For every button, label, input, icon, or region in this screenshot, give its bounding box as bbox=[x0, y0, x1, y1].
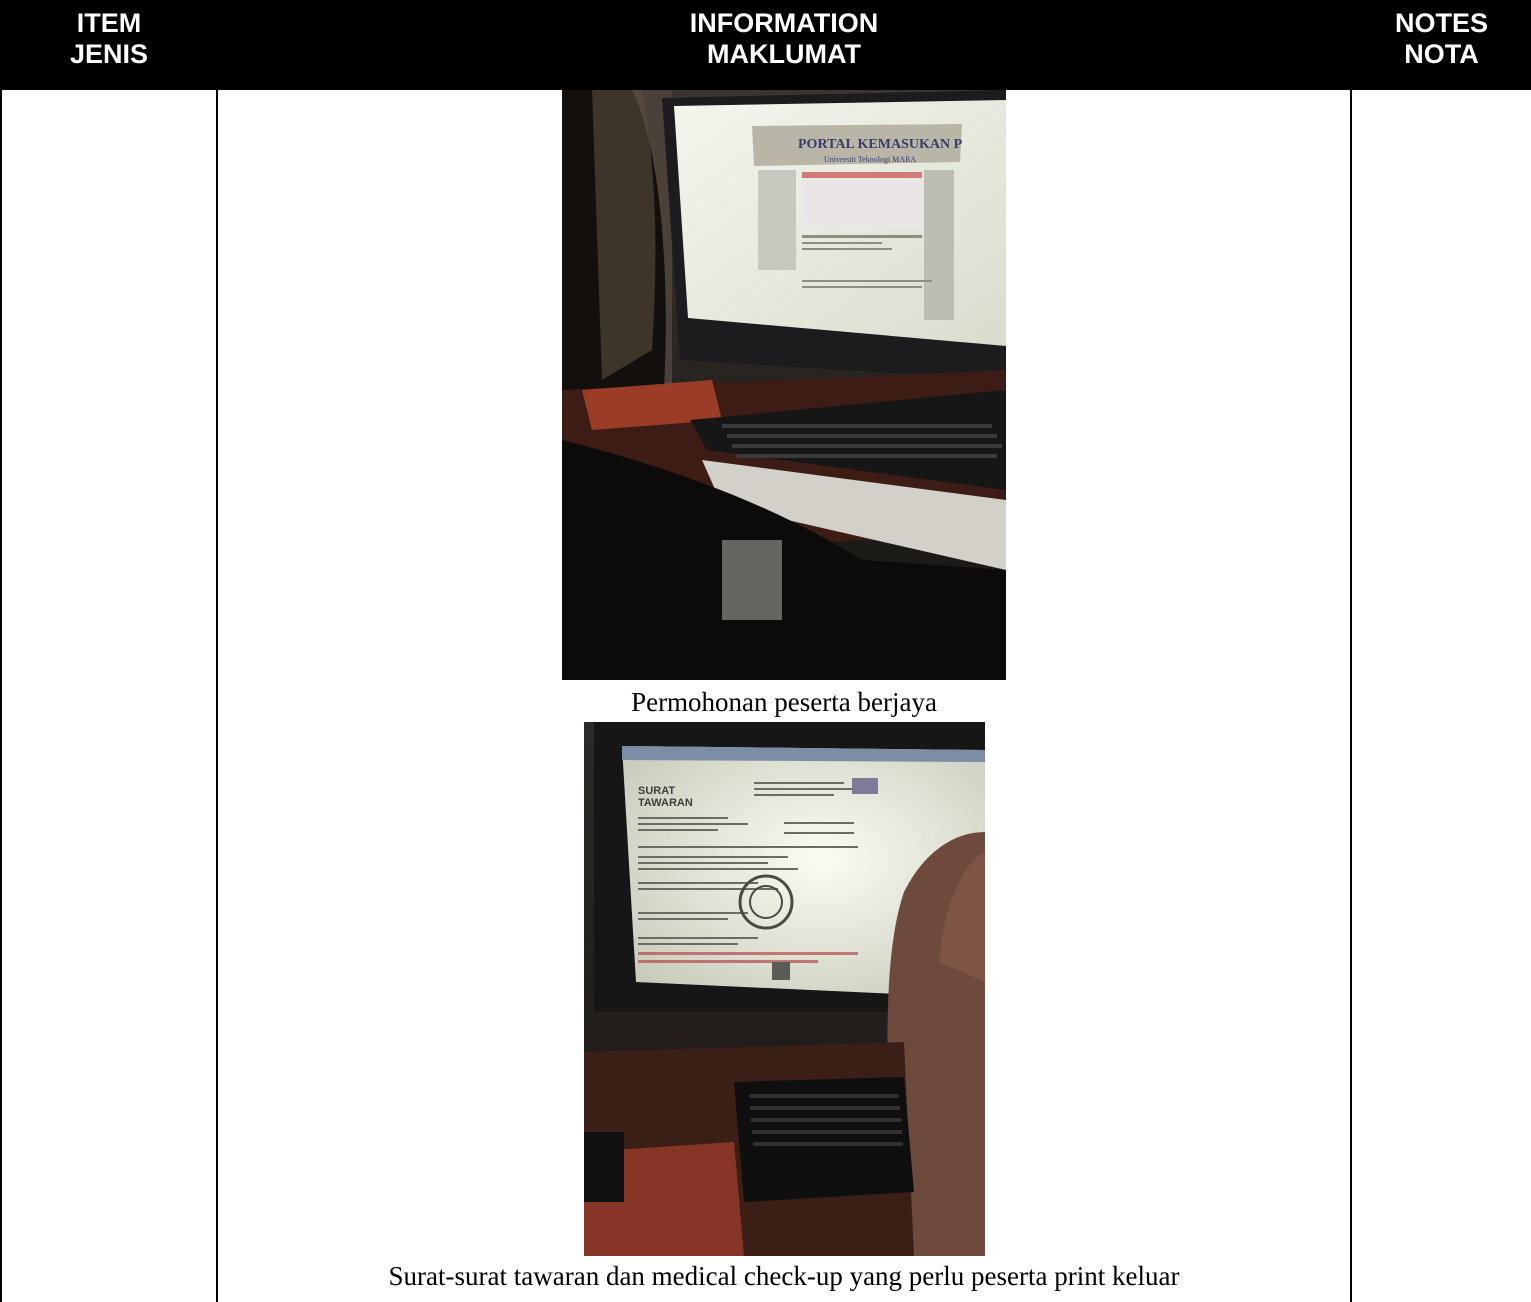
figure-2: SURAT TAWARAN Surat-surat tawaran dan me… bbox=[218, 718, 1350, 1292]
header-notes-en: NOTES bbox=[1394, 8, 1488, 38]
svg-text:SURAT: SURAT bbox=[638, 785, 675, 797]
header-information-en: INFORMATION bbox=[689, 8, 879, 38]
notes-cell bbox=[1350, 89, 1531, 1302]
figure-2-caption: Surat-surat tawaran dan medical check-up… bbox=[388, 1261, 1180, 1291]
svg-text:Universiti Teknologi MARA: Universiti Teknologi MARA bbox=[824, 155, 916, 164]
figure-1-caption: Permohonan peserta berjaya bbox=[631, 687, 937, 717]
item-cell bbox=[0, 89, 218, 1302]
header-item: ITEM JENIS bbox=[0, 0, 218, 90]
offer-letter-on-monitor-photo: SURAT TAWARAN bbox=[583, 722, 985, 1256]
header-item-en: ITEM bbox=[76, 8, 142, 38]
figure-1: PORTAL KEMASUKAN P Universiti Teknologi … bbox=[218, 90, 1350, 718]
svg-text:PORTAL KEMASUKAN P: PORTAL KEMASUKAN P bbox=[798, 137, 963, 152]
header-item-ms: JENIS bbox=[69, 39, 149, 69]
header-notes-ms: NOTA bbox=[1404, 39, 1479, 69]
header-information: INFORMATION MAKLUMAT bbox=[216, 0, 1352, 90]
document-table: ITEM JENIS INFORMATION MAKLUMAT NOTES NO… bbox=[0, 0, 1531, 1302]
header-notes: NOTES NOTA bbox=[1350, 0, 1531, 90]
header-information-ms: MAKLUMAT bbox=[707, 39, 861, 69]
person-at-computer-portal-photo: PORTAL KEMASUKAN P Universiti Teknologi … bbox=[562, 90, 1006, 680]
table-header-row: ITEM JENIS INFORMATION MAKLUMAT NOTES NO… bbox=[0, 0, 1531, 90]
svg-text:TAWARAN: TAWARAN bbox=[638, 797, 693, 809]
information-cell: PORTAL KEMASUKAN P Universiti Teknologi … bbox=[216, 89, 1352, 1302]
table-row: PORTAL KEMASUKAN P Universiti Teknologi … bbox=[0, 89, 1531, 1302]
